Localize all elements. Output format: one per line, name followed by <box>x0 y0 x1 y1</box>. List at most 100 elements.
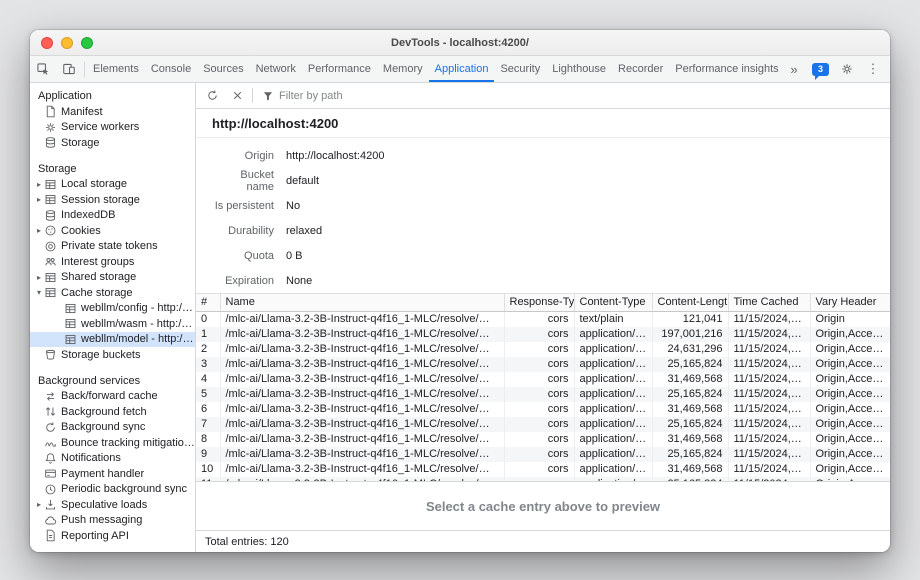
sidebar-item-storage[interactable]: Storage <box>30 135 195 151</box>
sidebar-item-speculative-loads[interactable]: ▸ Speculative loads <box>30 497 195 513</box>
tab-memory[interactable]: Memory <box>377 56 429 82</box>
chevron-right-icon[interactable]: ▸ <box>34 226 44 235</box>
table-row[interactable]: 3/mlc-ai/Llama-3.2-3B-Instruct-q4f16_1-M… <box>196 357 890 372</box>
table-row[interactable]: 2/mlc-ai/Llama-3.2-3B-Instruct-q4f16_1-M… <box>196 342 890 357</box>
sidebar-item-background-sync[interactable]: Background sync <box>30 420 195 436</box>
sidebar-item-push-messaging[interactable]: Push messaging <box>30 513 195 529</box>
device-toolbar-icon[interactable] <box>56 56 82 82</box>
tab-recorder[interactable]: Recorder <box>612 56 669 82</box>
sidebar-item-webllm-model-http-loc[interactable]: webllm/model - http://loc… <box>30 332 195 348</box>
tab-application[interactable]: Application <box>429 56 495 82</box>
sidebar-item-periodic-background-sync[interactable]: Periodic background sync <box>30 482 195 498</box>
chevron-right-icon[interactable]: ▸ <box>34 273 44 282</box>
sidebar-item-payment-handler[interactable]: Payment handler <box>30 466 195 482</box>
tab-security[interactable]: Security <box>494 56 546 82</box>
more-tabs-button[interactable]: » <box>781 62 807 77</box>
tab-performance-insights[interactable]: Performance insights <box>669 56 781 82</box>
sidebar-item-label: Service workers <box>61 121 139 133</box>
tab-lighthouse[interactable]: Lighthouse <box>546 56 612 82</box>
kebab-menu-icon[interactable]: ⋮ <box>860 61 886 77</box>
sidebar-item-label: Session storage <box>61 194 140 206</box>
column-header-response-type[interactable]: Response-Type <box>504 294 574 311</box>
sidebar-item-interest-groups[interactable]: Interest groups <box>30 254 195 270</box>
column-header-vary-header[interactable]: Vary Header <box>810 294 890 311</box>
column-header-name[interactable]: Name <box>220 294 504 311</box>
tab-label: Memory <box>383 63 423 75</box>
sidebar-item-cookies[interactable]: ▸Cookies <box>30 223 195 239</box>
column-header-hash[interactable]: # <box>196 294 220 311</box>
sidebar-item-cache-storage[interactable]: ▾Cache storage <box>30 285 195 301</box>
column-header-content-length[interactable]: Content-Length <box>652 294 728 311</box>
sync-icon <box>44 421 57 434</box>
sidebar-item-indexeddb[interactable]: IndexedDB <box>30 208 195 224</box>
table-row[interactable]: 6/mlc-ai/Llama-3.2-3B-Instruct-q4f16_1-M… <box>196 402 890 417</box>
sidebar-section-header-application[interactable]: Application <box>30 88 195 104</box>
chevron-right-icon[interactable]: ▸ <box>34 180 44 189</box>
sidebar-item-label: webllm/wasm - http://loca… <box>81 318 195 330</box>
table-row[interactable]: 1/mlc-ai/Llama-3.2-3B-Instruct-q4f16_1-M… <box>196 327 890 342</box>
sidebar-item-reporting-api[interactable]: Reporting API <box>30 528 195 544</box>
cell: cors <box>504 357 574 372</box>
sidebar-item-local-storage[interactable]: ▸Local storage <box>30 177 195 193</box>
table-row[interactable]: 8/mlc-ai/Llama-3.2-3B-Instruct-q4f16_1-M… <box>196 432 890 447</box>
sidebar-item-shared-storage[interactable]: ▸Shared storage <box>30 270 195 286</box>
sidebar-item-service-workers[interactable]: Service workers <box>30 120 195 136</box>
refresh-icon[interactable] <box>200 85 224 107</box>
cell: application/oc… <box>574 327 652 342</box>
sidebar-item-back-forward-cache[interactable]: Back/forward cache <box>30 389 195 405</box>
cell: 11/15/2024, 10… <box>728 357 810 372</box>
sidebar-section-header-storage[interactable]: Storage <box>30 161 195 177</box>
toolbar-separator <box>84 62 85 77</box>
sidebar-section-header-background-services[interactable]: Background services <box>30 373 195 389</box>
cell: cors <box>504 462 574 477</box>
sidebar-item-manifest[interactable]: Manifest <box>30 104 195 120</box>
sidebar-item-webllm-config-http-loc[interactable]: webllm/config - http://loc… <box>30 301 195 317</box>
column-header-content-type[interactable]: Content-Type <box>574 294 652 311</box>
chevron-down-icon[interactable]: ▾ <box>34 288 44 297</box>
column-header-time-cached[interactable]: Time Cached <box>728 294 810 311</box>
cell: /mlc-ai/Llama-3.2-3B-Instruct-q4f16_1-ML… <box>220 342 504 357</box>
statusbar: Total entries: 120 <box>196 530 890 552</box>
sidebar-item-bounce-tracking-mitigations[interactable]: Bounce tracking mitigations <box>30 435 195 451</box>
zoom-button[interactable] <box>81 37 93 49</box>
filter-input[interactable] <box>279 90 409 102</box>
report-icon <box>44 529 57 542</box>
messages-badge[interactable]: 3 <box>812 63 829 76</box>
sidebar-item-background-fetch[interactable]: Background fetch <box>30 404 195 420</box>
cell: cors <box>504 372 574 387</box>
tab-elements[interactable]: Elements <box>87 56 145 82</box>
toolbar-separator <box>252 88 253 103</box>
table-row[interactable]: 7/mlc-ai/Llama-3.2-3B-Instruct-q4f16_1-M… <box>196 417 890 432</box>
cell: application/oc… <box>574 372 652 387</box>
sidebar-item-session-storage[interactable]: ▸ Session storage <box>30 192 195 208</box>
sidebar-item-label: IndexedDB <box>61 209 115 221</box>
close-button[interactable] <box>41 37 53 49</box>
cell: application/oc… <box>574 432 652 447</box>
minimize-button[interactable] <box>61 37 73 49</box>
table-row[interactable]: 0/mlc-ai/Llama-3.2-3B-Instruct-q4f16_1-M… <box>196 311 890 327</box>
table-row[interactable]: 5/mlc-ai/Llama-3.2-3B-Instruct-q4f16_1-M… <box>196 387 890 402</box>
table-row[interactable]: 10/mlc-ai/Llama-3.2-3B-Instruct-q4f16_1-… <box>196 462 890 477</box>
cell: 11/15/2024, 10… <box>728 311 810 327</box>
tab-network[interactable]: Network <box>250 56 302 82</box>
sidebar-item-private-state-tokens[interactable]: Private state tokens <box>30 239 195 255</box>
inspect-icon[interactable] <box>30 56 56 82</box>
chevron-right-icon[interactable]: ▸ <box>34 500 44 509</box>
sidebar: ApplicationManifestService workers Storag… <box>30 83 196 552</box>
table-row[interactable]: 4/mlc-ai/Llama-3.2-3B-Instruct-q4f16_1-M… <box>196 372 890 387</box>
metadata-row: Bucket namedefault <box>212 168 874 193</box>
sidebar-item-label: Background fetch <box>61 406 147 418</box>
delete-selected-icon[interactable] <box>225 85 249 107</box>
sidebar-item-storage-buckets[interactable]: Storage buckets <box>30 347 195 363</box>
metadata-label: Quota <box>212 250 274 262</box>
sidebar-item-label: Speculative loads <box>61 499 147 511</box>
sidebar-item-notifications[interactable]: Notifications <box>30 451 195 467</box>
table-row[interactable]: 9/mlc-ai/Llama-3.2-3B-Instruct-q4f16_1-M… <box>196 447 890 462</box>
cell: 7 <box>196 417 220 432</box>
settings-gear-icon[interactable] <box>834 62 860 76</box>
tab-console[interactable]: Console <box>145 56 197 82</box>
chevron-right-icon[interactable]: ▸ <box>34 195 44 204</box>
tab-performance[interactable]: Performance <box>302 56 377 82</box>
sidebar-item-webllm-wasm-http-loca[interactable]: webllm/wasm - http://loca… <box>30 316 195 332</box>
tab-sources[interactable]: Sources <box>197 56 249 82</box>
